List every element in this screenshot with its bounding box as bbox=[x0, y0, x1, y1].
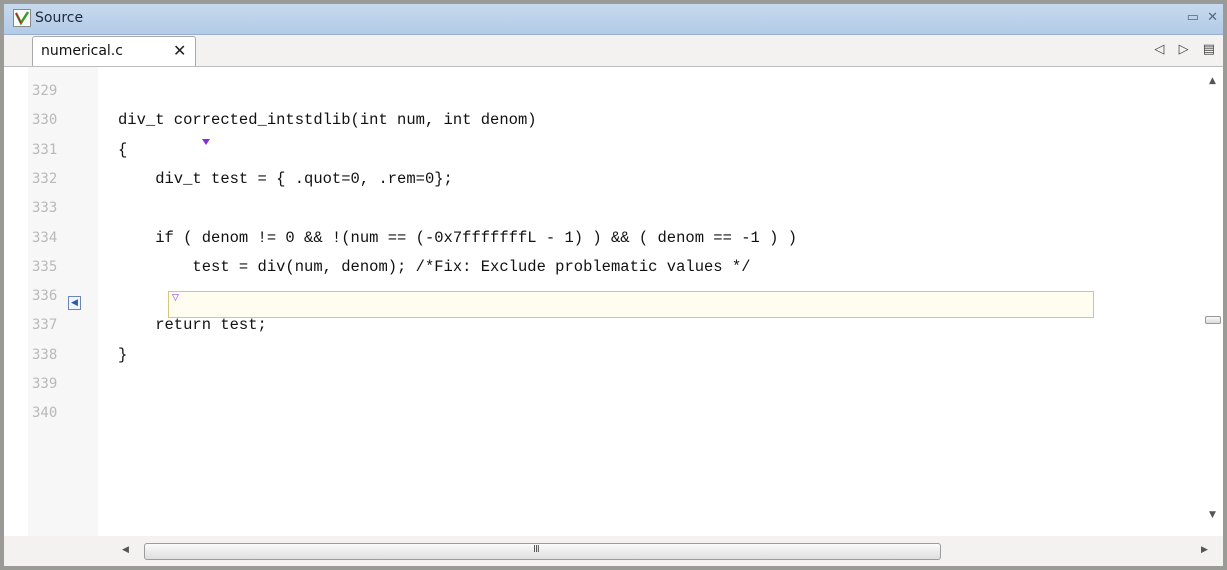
line-number: 332 bbox=[32, 171, 58, 187]
source-window: Source ▭ ✕ numerical.c ✕ ◁ ▷ ▤ 329 330 div… bbox=[0, 0, 1227, 570]
horizontal-scroll-thumb[interactable]: III bbox=[144, 543, 941, 560]
tab-label: numerical.c bbox=[41, 43, 123, 59]
scroll-grip: III bbox=[533, 544, 540, 555]
code-line: } bbox=[118, 346, 128, 364]
line-number: 340 bbox=[32, 405, 58, 421]
line-number: 338 bbox=[32, 347, 58, 363]
line-number: 335 bbox=[32, 259, 58, 275]
close-icon[interactable]: ✕ bbox=[173, 41, 186, 60]
code-line: { bbox=[118, 141, 128, 159]
close-button[interactable]: ✕ bbox=[1207, 10, 1218, 25]
line-number: 337 bbox=[32, 317, 58, 333]
code-line: test = div(num, denom); /*Fix: Exclude p… bbox=[118, 258, 751, 276]
left-arrow-icon[interactable]: ◀ bbox=[68, 296, 81, 310]
check-v-icon bbox=[13, 9, 31, 27]
code-line: if ( denom != 0 && !(num == (-0x7fffffff… bbox=[118, 229, 798, 247]
prev-tab-icon[interactable]: ◁ bbox=[1154, 42, 1164, 57]
code-editor[interactable]: 329 330 div_t corrected_intstdlib(int num,… bbox=[4, 67, 1223, 536]
scroll-left-icon[interactable]: ◀ bbox=[122, 545, 129, 555]
scroll-up-icon[interactable]: ▲ bbox=[1209, 76, 1216, 86]
outline-marker-icon[interactable]: ▽ bbox=[172, 294, 179, 303]
line-number: 333 bbox=[32, 200, 58, 216]
tab-bar: numerical.c ✕ ◁ ▷ ▤ bbox=[4, 35, 1223, 67]
check-marker-icon[interactable] bbox=[202, 139, 210, 145]
tab-list-icon[interactable]: ▤ bbox=[1203, 42, 1215, 57]
next-tab-icon[interactable]: ▷ bbox=[1179, 42, 1189, 57]
scroll-right-icon[interactable]: ▶ bbox=[1201, 545, 1208, 555]
vertical-scrollbar[interactable]: ▲ ▼ bbox=[1204, 67, 1223, 536]
tab-numerical-c[interactable]: numerical.c ✕ bbox=[32, 36, 196, 66]
scroll-down-icon[interactable]: ▼ bbox=[1209, 510, 1216, 520]
vertical-scroll-thumb[interactable] bbox=[1205, 316, 1221, 324]
window-title: Source bbox=[35, 10, 84, 26]
code-line: div_t test = { .quot=0, .rem=0}; bbox=[118, 170, 453, 188]
horizontal-scrollbar[interactable]: ◀ III ▶ bbox=[4, 537, 1223, 566]
highlighted-line bbox=[168, 291, 1094, 318]
restore-button[interactable]: ▭ bbox=[1187, 10, 1199, 25]
line-number: 329 bbox=[32, 83, 58, 99]
line-number: 330 bbox=[32, 112, 58, 128]
line-number: 331 bbox=[32, 142, 58, 158]
line-number: 339 bbox=[32, 376, 58, 392]
line-number: 334 bbox=[32, 230, 58, 246]
title-bar: Source ▭ ✕ bbox=[4, 4, 1223, 35]
line-number: 336 bbox=[32, 288, 58, 304]
code-line: return test; bbox=[118, 316, 267, 334]
code-line: div_t corrected_intstdlib(int num, int d… bbox=[118, 111, 537, 129]
